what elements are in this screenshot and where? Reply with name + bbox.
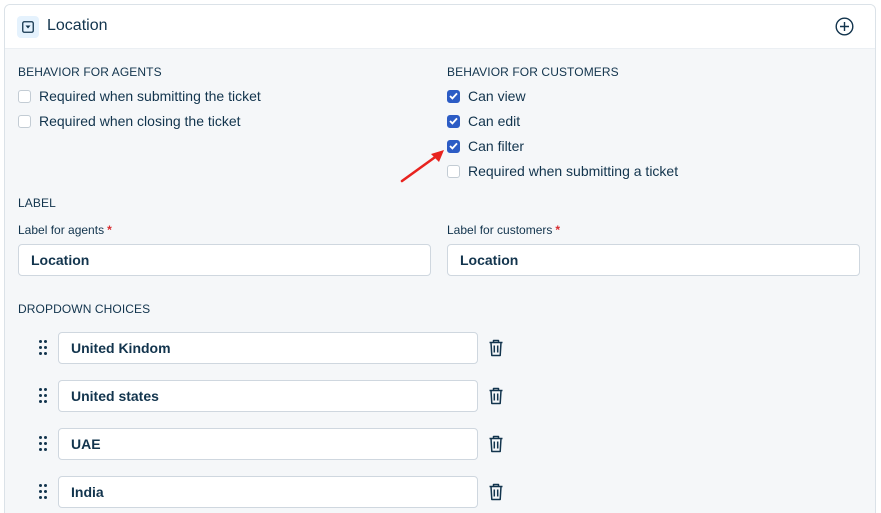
customers-can-filter-checkbox[interactable]: Can filter xyxy=(447,138,524,154)
checkbox-label: Required when submitting the ticket xyxy=(39,88,261,104)
dropdown-section-title: DROPDOWN CHOICES xyxy=(18,302,151,316)
checkbox-label: Required when submitting a ticket xyxy=(468,163,679,179)
drag-handle-icon[interactable] xyxy=(39,388,49,404)
trash-icon[interactable] xyxy=(488,339,504,357)
checkmark-icon[interactable] xyxy=(447,114,460,128)
agents-label-input[interactable] xyxy=(18,244,431,276)
customers-section-title: BEHAVIOR FOR CUSTOMERS xyxy=(447,65,619,79)
agents-required-submit-checkbox[interactable]: Required when submitting the ticket xyxy=(18,88,261,104)
customers-can-edit-checkbox[interactable]: Can edit xyxy=(447,113,520,129)
dropdown-choice-input[interactable] xyxy=(58,428,478,460)
checkmark-icon[interactable] xyxy=(447,139,460,153)
checkbox-unchecked[interactable] xyxy=(18,114,31,128)
trash-icon[interactable] xyxy=(488,387,504,405)
checkbox-label: Can view xyxy=(468,88,526,104)
checkmark-icon[interactable] xyxy=(447,89,460,103)
checkbox-label: Can filter xyxy=(468,138,525,154)
card-header: Location xyxy=(5,5,875,49)
drag-handle-icon[interactable] xyxy=(39,436,49,452)
agents-section-title: BEHAVIOR FOR AGENTS xyxy=(18,65,162,79)
customers-can-view-checkbox[interactable]: Can view xyxy=(447,88,526,104)
checkbox-label: Required when closing the ticket xyxy=(39,113,241,129)
drag-handle-icon[interactable] xyxy=(39,340,49,356)
agents-label-caption: Label for agents * xyxy=(18,223,112,237)
drag-handle-icon[interactable] xyxy=(39,484,49,500)
customers-label-caption: Label for customers * xyxy=(447,223,560,237)
field-label-text: Label for agents xyxy=(18,223,105,237)
customers-label-input[interactable] xyxy=(447,244,860,276)
agents-required-close-checkbox[interactable]: Required when closing the ticket xyxy=(18,113,241,129)
required-mark: * xyxy=(107,223,112,237)
card-title: Location xyxy=(47,17,108,34)
label-section-title: LABEL xyxy=(18,196,56,210)
checkbox-unchecked[interactable] xyxy=(18,89,31,103)
checkbox-label: Can edit xyxy=(468,113,521,129)
dropdown-icon xyxy=(17,16,39,38)
dropdown-choice-input[interactable] xyxy=(58,476,478,508)
dropdown-choice-input[interactable] xyxy=(58,380,478,412)
field-label-text: Label for customers xyxy=(447,223,553,237)
checkbox-unchecked[interactable] xyxy=(447,164,460,178)
annotation-arrow-icon xyxy=(400,150,444,183)
trash-icon[interactable] xyxy=(488,435,504,453)
trash-icon[interactable] xyxy=(488,483,504,501)
required-mark: * xyxy=(555,223,561,237)
customers-required-submit-checkbox[interactable]: Required when submitting a ticket xyxy=(447,163,678,179)
plus-circle-icon[interactable] xyxy=(835,17,854,36)
dropdown-choice-input[interactable] xyxy=(58,332,478,364)
